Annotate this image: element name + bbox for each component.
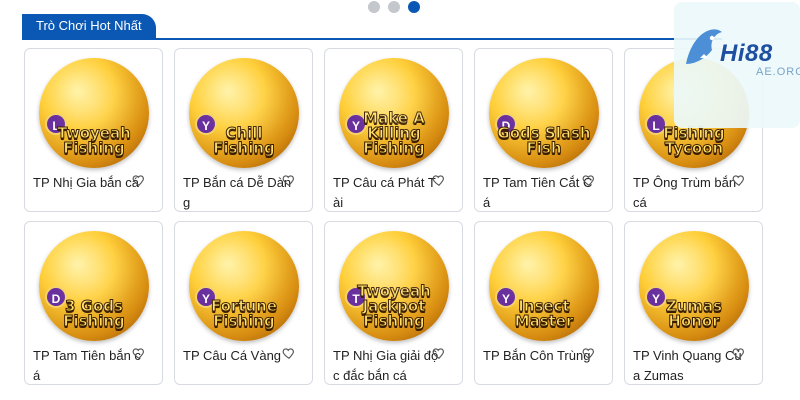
game-card[interactable]: Y Make A Killing Fishing TP Câu cá Phát …: [324, 48, 463, 212]
game-thumbnail[interactable]: D 3 Gods Fishing: [39, 231, 149, 341]
game-thumbnail[interactable]: L Twoyeah Fishing: [39, 58, 149, 168]
game-logo-text: Twoyeah Jackpot Fishing: [357, 282, 432, 330]
carousel-dot[interactable]: [368, 1, 380, 13]
game-card[interactable]: Y Insect Master TP Bắn Côn Trùng: [474, 221, 613, 385]
game-name[interactable]: TP Bắn Côn Trùng: [483, 346, 593, 366]
game-logo-text: Fishing Tycoon: [663, 124, 726, 157]
game-card[interactable]: Y Fortune Fishing TP Câu Cá Vàng: [174, 221, 313, 385]
game-logo-text: Zumas Honor: [665, 297, 723, 330]
favorite-heart-icon[interactable]: [732, 173, 746, 187]
game-logo-text: Gods Slash Fish: [497, 124, 591, 157]
brand-logo: Hi88 AE.ORG: [674, 2, 800, 128]
favorite-heart-icon[interactable]: [582, 173, 596, 187]
game-card[interactable]: D Gods Slash Fish TP Tam Tiên Cắt Cá: [474, 48, 613, 212]
game-thumbnail[interactable]: Y Zumas Honor: [639, 231, 749, 341]
carousel-dot[interactable]: [388, 1, 400, 13]
favorite-heart-icon[interactable]: [282, 346, 296, 360]
game-thumbnail[interactable]: T Twoyeah Jackpot Fishing: [339, 231, 449, 341]
game-thumbnail[interactable]: Y Fortune Fishing: [189, 231, 299, 341]
game-logo-text: Make A Killing Fishing: [363, 109, 426, 157]
game-logo-text: Insect Master: [514, 297, 574, 330]
game-thumbnail[interactable]: D Gods Slash Fish: [489, 58, 599, 168]
game-name[interactable]: TP Câu cá Phát Tài: [333, 173, 443, 213]
game-logo-text: Chill Fishing: [213, 124, 276, 157]
brand-domain: AE.ORG: [756, 66, 800, 78]
game-logo-text: Fortune Fishing: [210, 297, 278, 330]
game-grid: L Twoyeah Fishing TP Nhị Gia bắn cá Y Ch…: [24, 48, 765, 385]
game-name[interactable]: TP Câu Cá Vàng: [183, 346, 293, 366]
game-name[interactable]: TP Vinh Quang Của Zumas: [633, 346, 743, 386]
favorite-heart-icon[interactable]: [432, 173, 446, 187]
favorite-heart-icon[interactable]: [282, 173, 296, 187]
game-logo-text: Twoyeah Fishing: [57, 124, 132, 157]
game-name[interactable]: TP Ông Trùm bắn cá: [633, 173, 743, 213]
game-name[interactable]: TP Bắn cá Dễ Dàng: [183, 173, 293, 213]
game-name[interactable]: TP Nhị Gia bắn cá: [33, 173, 143, 193]
game-name[interactable]: TP Nhị Gia giải độc đắc bắn cá: [333, 346, 443, 386]
game-name[interactable]: TP Tam Tiên bắn cá: [33, 346, 143, 386]
game-thumbnail[interactable]: Y Chill Fishing: [189, 58, 299, 168]
favorite-heart-icon[interactable]: [432, 346, 446, 360]
favorite-heart-icon[interactable]: [732, 346, 746, 360]
section-title: Trò Chơi Hot Nhất: [22, 14, 156, 38]
favorite-heart-icon[interactable]: [132, 173, 146, 187]
game-name[interactable]: TP Tam Tiên Cắt Cá: [483, 173, 593, 213]
brand-name: Hi88: [720, 40, 773, 67]
game-card[interactable]: D 3 Gods Fishing TP Tam Tiên bắn cá: [24, 221, 163, 385]
game-thumbnail[interactable]: Y Make A Killing Fishing: [339, 58, 449, 168]
game-card[interactable]: Y Chill Fishing TP Bắn cá Dễ Dàng: [174, 48, 313, 212]
section-header: Trò Chơi Hot Nhất: [22, 14, 722, 40]
carousel-dots: [368, 1, 420, 13]
favorite-heart-icon[interactable]: [132, 346, 146, 360]
game-thumbnail[interactable]: Y Insect Master: [489, 231, 599, 341]
game-card[interactable]: Y Zumas Honor TP Vinh Quang Của Zumas: [624, 221, 763, 385]
game-card[interactable]: L Twoyeah Fishing TP Nhị Gia bắn cá: [24, 48, 163, 212]
game-card[interactable]: T Twoyeah Jackpot Fishing TP Nhị Gia giả…: [324, 221, 463, 385]
favorite-heart-icon[interactable]: [582, 346, 596, 360]
game-logo-text: 3 Gods Fishing: [63, 297, 126, 330]
carousel-dot-active[interactable]: [408, 1, 420, 13]
